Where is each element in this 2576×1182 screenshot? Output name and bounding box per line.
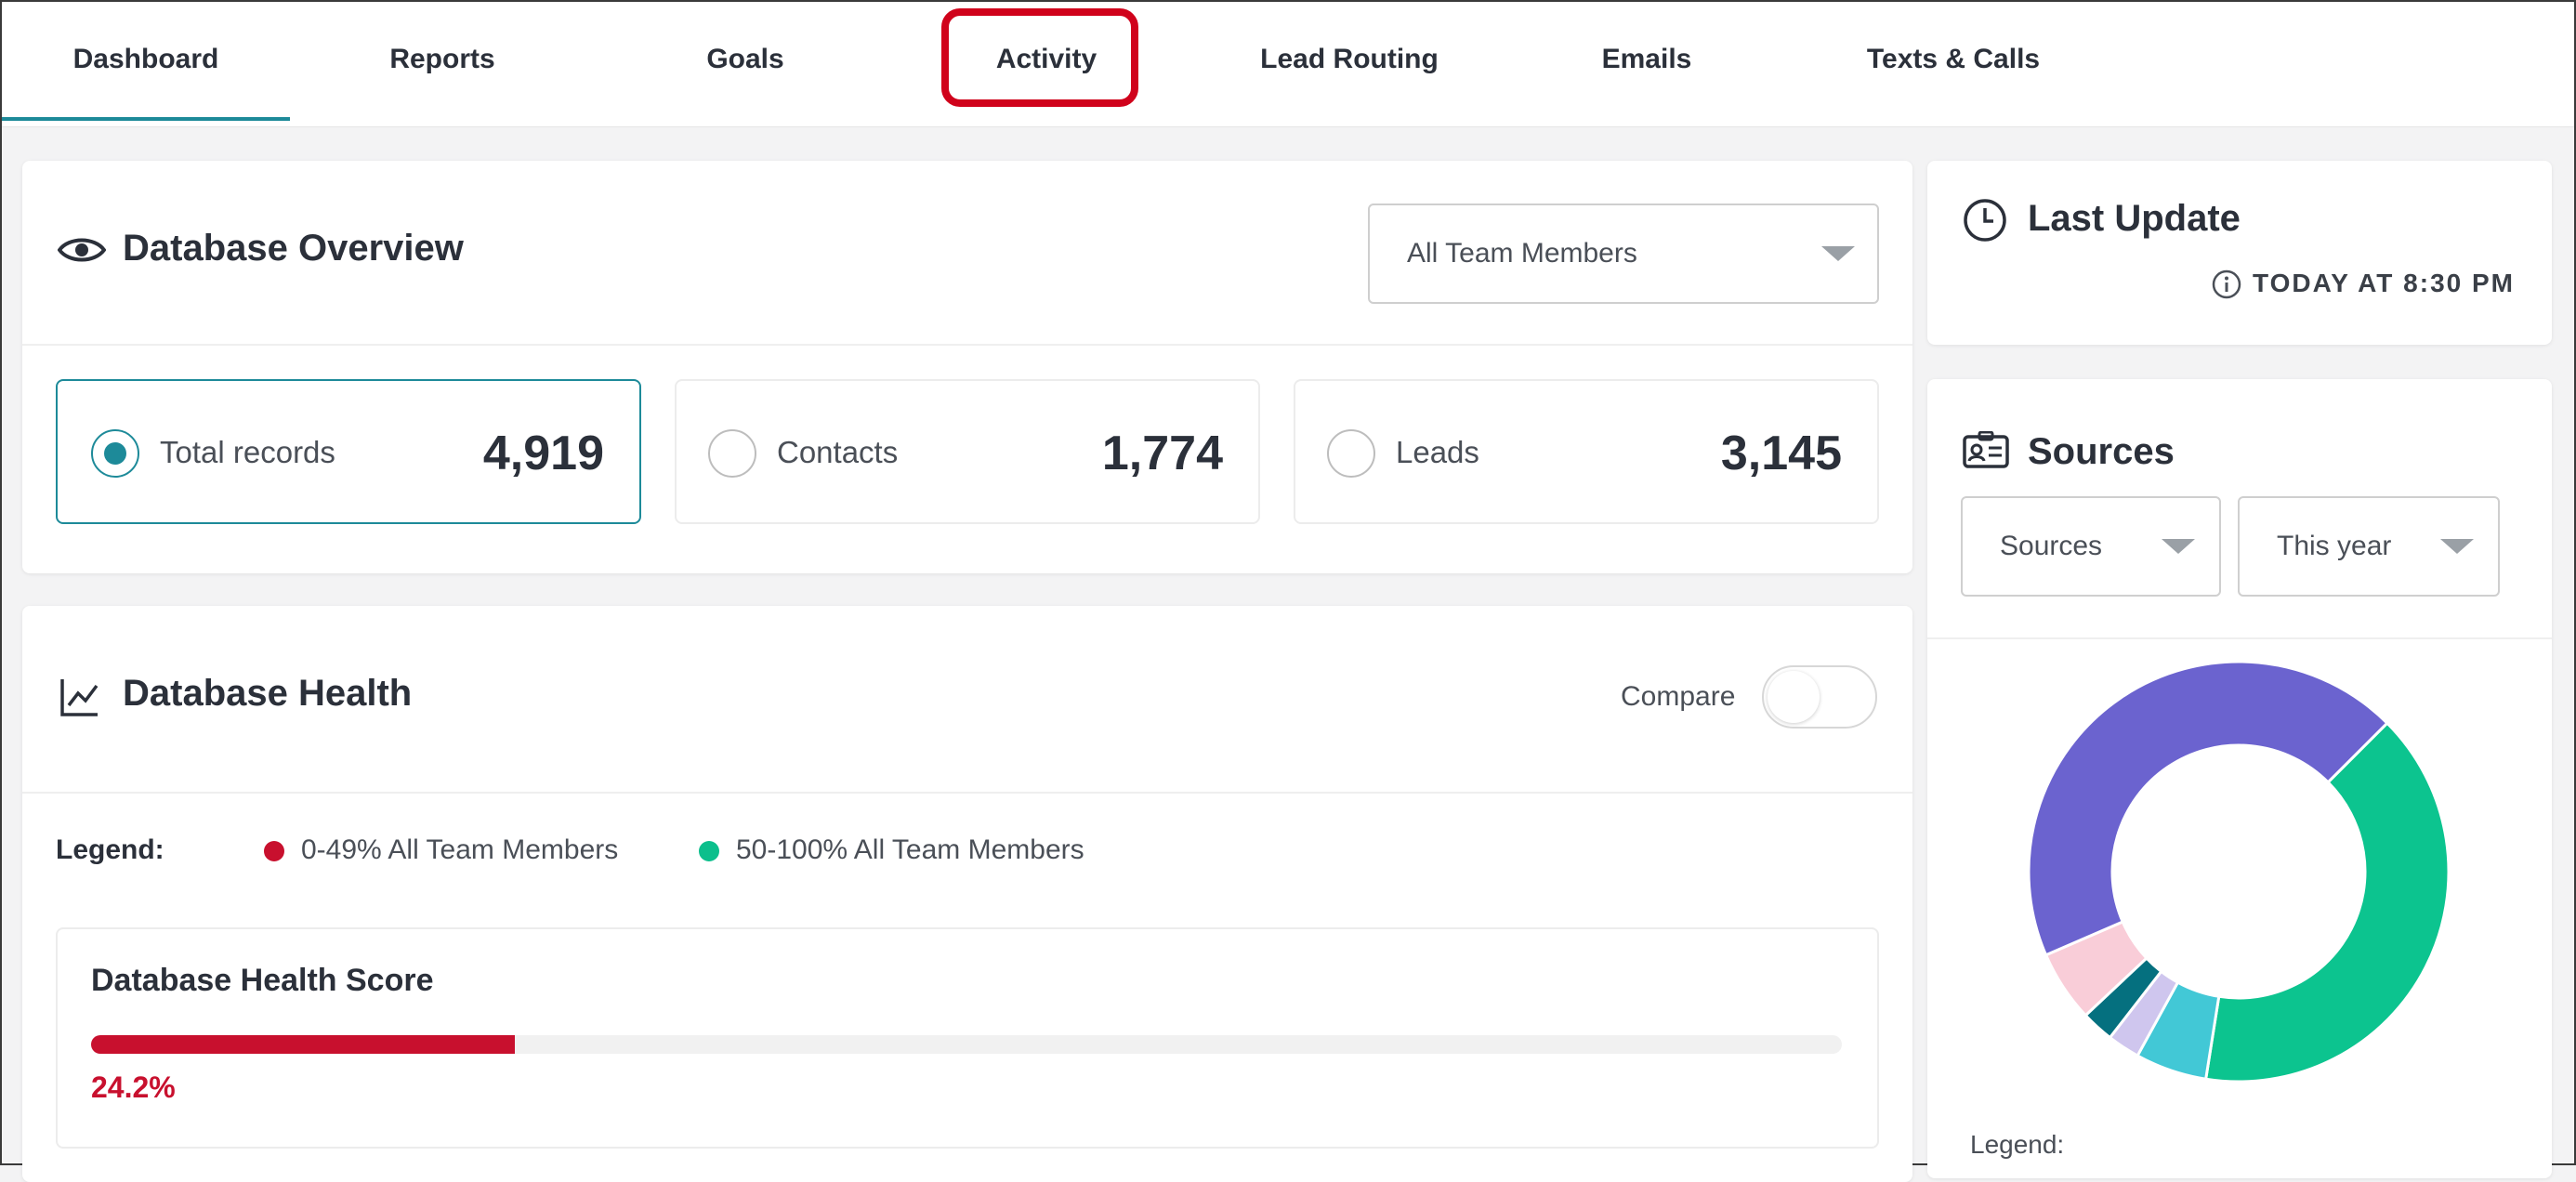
id-card-icon (1963, 431, 2009, 468)
sources-title: Sources (2028, 431, 2175, 472)
stat-leads[interactable]: Leads 3,145 (1294, 379, 1879, 524)
sources-type-select[interactable]: Sources (1961, 496, 2221, 597)
sources-period-value: This year (2277, 531, 2392, 561)
donut-slice-5[interactable] (2027, 660, 2389, 957)
tab-dashboard[interactable]: Dashboard (2, 2, 290, 121)
stat-value: 1,774 (1101, 427, 1223, 480)
stat-value: 3,145 (1720, 427, 1842, 480)
sources-type-value: Sources (2000, 531, 2103, 561)
legend-low: 0-49% All Team Members (301, 834, 619, 865)
health-divider (22, 792, 1912, 794)
tab-texts-calls[interactable]: Texts & Calls (1851, 2, 2056, 117)
health-score-title: Database Health Score (91, 963, 434, 998)
stat-value: 4,919 (482, 427, 604, 480)
database-overview-title: Database Overview (123, 228, 464, 269)
sources-card: Sources Sources This year Legend: (1927, 379, 2552, 1178)
compare-toggle[interactable] (1762, 665, 1877, 729)
chevron-down-icon (2162, 539, 2195, 554)
health-score-bar-fill (91, 1035, 515, 1054)
database-overview-card: Database Overview All Team Members Total… (22, 161, 1912, 573)
last-update-time: TODAY AT 8:30 PM (2253, 269, 2516, 297)
tab-goals[interactable]: Goals (680, 2, 810, 117)
legend-high: 50-100% All Team Members (736, 834, 1084, 865)
overview-divider (22, 344, 1912, 346)
database-health-title: Database Health (123, 673, 413, 714)
activity-highlight-box (941, 8, 1138, 107)
stat-label: Total records (160, 435, 335, 469)
radio-total-records[interactable] (91, 429, 139, 478)
clock-icon (1964, 199, 2006, 242)
health-score-value: 24.2% (91, 1070, 176, 1104)
chevron-down-icon (1821, 246, 1855, 261)
stat-contacts[interactable]: Contacts 1,774 (675, 379, 1260, 524)
tab-reports[interactable]: Reports (368, 2, 517, 117)
team-member-select[interactable]: All Team Members (1368, 204, 1879, 304)
toggle-knob (1768, 671, 1820, 723)
database-health-card: Database Health Compare Legend: 0-49% Al… (22, 606, 1912, 1182)
stat-label: Leads (1396, 435, 1479, 469)
sources-period-select[interactable]: This year (2238, 496, 2500, 597)
compare-label: Compare (1621, 681, 1736, 712)
legend-label: Legend: (56, 834, 164, 865)
radio-contacts[interactable] (708, 429, 756, 478)
tab-emails[interactable]: Emails (1582, 2, 1712, 117)
last-update-title: Last Update (2028, 198, 2241, 239)
legend-dot-red (264, 841, 284, 861)
health-score-bar (91, 1035, 1842, 1054)
sources-divider (1927, 637, 2552, 639)
stat-label: Contacts (777, 435, 899, 469)
last-update-card: Last Update TODAY AT 8:30 PM (1927, 161, 2552, 345)
eye-icon (58, 238, 106, 262)
legend-dot-green (699, 841, 719, 861)
team-member-select-value: All Team Members (1407, 238, 1637, 269)
chevron-down-icon (2440, 539, 2474, 554)
tab-lead-routing[interactable]: Lead Routing (1238, 2, 1461, 117)
stat-total-records[interactable]: Total records 4,919 (56, 379, 641, 524)
radio-leads[interactable] (1327, 429, 1375, 478)
info-icon[interactable] (2212, 269, 2241, 299)
top-navigation: Dashboard Reports Goals Activity Lead Ro… (2, 2, 2574, 127)
line-chart-icon (60, 679, 99, 716)
sources-donut-chart (2027, 660, 2451, 1084)
sources-legend-label: Legend: (1970, 1130, 2065, 1159)
